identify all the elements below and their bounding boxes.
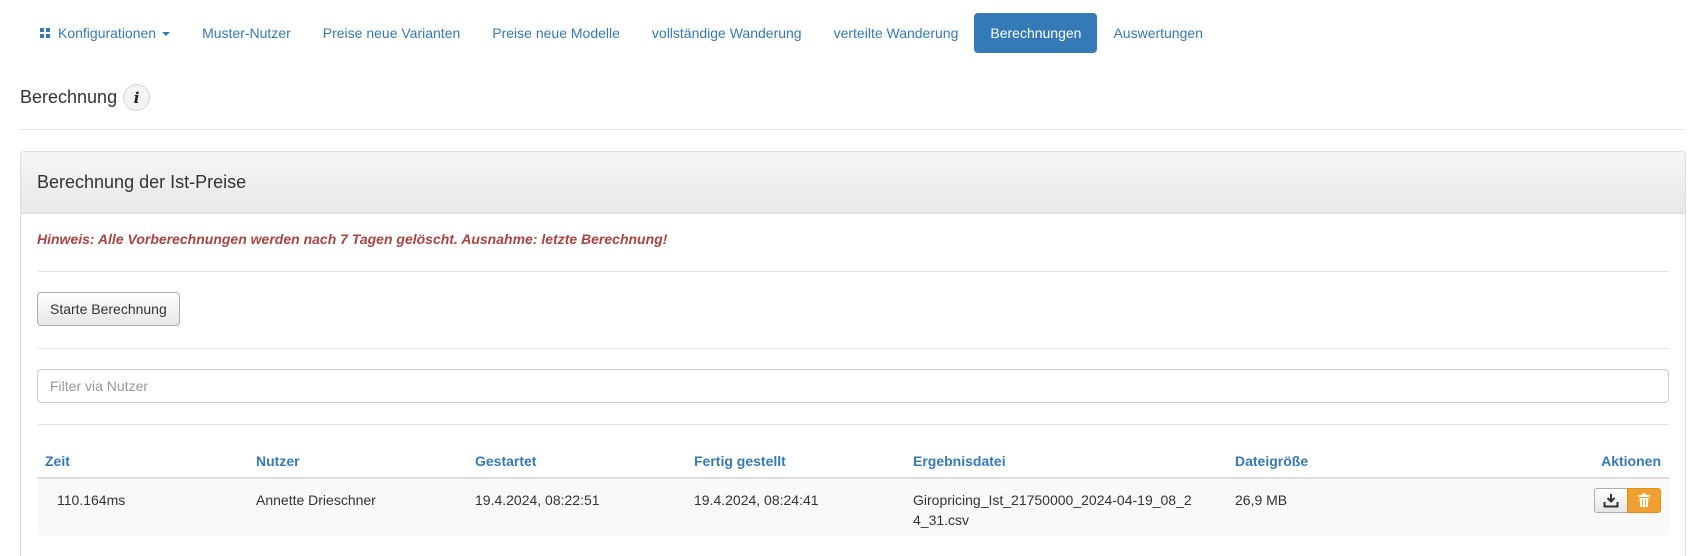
cell-gestartet: 19.4.2024, 08:22:51 [475,492,600,508]
grid-icon [40,28,50,38]
download-button[interactable] [1594,488,1628,513]
divider [37,271,1669,272]
caret-down-icon [162,32,171,36]
nav-auswertungen[interactable]: Auswertungen [1097,13,1219,53]
download-icon [1603,494,1619,508]
cell-zeit: 110.164ms [57,492,126,508]
cell-nutzer: Annette Drieschner [256,492,376,508]
page-title: Berechnung [20,87,118,107]
user-filter-input[interactable] [37,369,1669,403]
cell-dateigroesse: 26,9 MB [1235,492,1288,508]
nav-berechnungen[interactable]: Berechnungen [974,13,1098,53]
title-divider [20,129,1685,130]
nav-preise-neue-modelle[interactable]: Preise neue Modelle [476,13,636,53]
nav-muster-nutzer[interactable]: Muster-Nutzer [186,13,307,53]
delete-button[interactable] [1627,488,1661,513]
divider [37,348,1669,349]
column-header-fertig-gestellt[interactable]: Fertig gestellt [694,453,913,469]
cell-ergebnisdatei: Giropricing_Ist_21750000_2024-04-19_08_2… [913,492,1192,528]
nav-verteilte-wanderung[interactable]: verteilte Wanderung [818,13,975,53]
main-nav: Konfigurationen Muster-Nutzer Preise neu… [30,13,1219,53]
panel-heading: Berechnung der Ist-Preise [21,152,1685,214]
nav-item-label: Konfigurationen [58,25,157,41]
table-row: 110.164ms Annette Drieschner 19.4.2024, … [37,479,1669,535]
page-title-row: Berechnung i [20,84,151,111]
nav-vollstaendige-wanderung[interactable]: vollständige Wanderung [636,13,818,53]
column-header-aktionen: Aktionen [1601,453,1661,469]
calculation-panel: Berechnung der Ist-Preise Hinweis: Alle … [20,151,1686,556]
calculations-table: Zeit Nutzer Gestartet Fertig gestellt Er… [37,445,1669,535]
trash-icon [1638,493,1650,507]
table-header: Zeit Nutzer Gestartet Fertig gestellt Er… [37,445,1669,479]
nav-preise-neue-varianten[interactable]: Preise neue Varianten [307,13,477,53]
column-header-ergebnisdatei[interactable]: Ergebnisdatei [913,453,1235,469]
nav-konfigurationen-dropdown[interactable]: Konfigurationen [30,13,186,53]
column-header-dateigroesse[interactable]: Dateigröße [1235,453,1535,469]
info-icon[interactable]: i [123,84,151,111]
start-calculation-button[interactable]: Starte Berechnung [37,292,180,326]
column-header-zeit[interactable]: Zeit [37,453,256,469]
deletion-hint: Hinweis: Alle Vorberechnungen werden nac… [37,231,668,247]
column-header-gestartet[interactable]: Gestartet [475,453,694,469]
column-header-nutzer[interactable]: Nutzer [256,453,475,469]
divider [37,424,1669,425]
cell-aktionen [1535,479,1669,535]
cell-fertig-gestellt: 19.4.2024, 08:24:41 [694,492,819,508]
